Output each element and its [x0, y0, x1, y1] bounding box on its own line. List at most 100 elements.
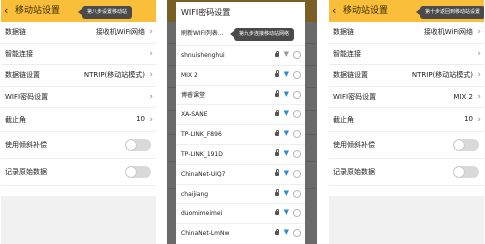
record-raw-data-toggle[interactable]: [125, 166, 151, 178]
wifi-network-item[interactable]: XA-SANE ▼: [176, 104, 305, 124]
wifi-ssid: duomimeimei: [181, 210, 223, 218]
wifi-select-radio[interactable]: [293, 229, 301, 238]
tilt-compensation-toggle[interactable]: [125, 139, 151, 151]
wifi-select-radio[interactable]: [293, 209, 301, 218]
wifi-signal-icon: ▼: [283, 168, 289, 177]
setting-row-data-link[interactable]: 数据链 接收机WiFi网络 ›: [329, 22, 484, 44]
wifi-network-item[interactable]: TP-LINK_191D ▼: [176, 143, 305, 164]
setting-value: 10: [136, 115, 145, 123]
setting-value: NTRIP(移动站模式): [411, 71, 473, 79]
wifi-signal-icon: ▼: [283, 148, 289, 157]
wifi-dialog-screen: WIFI密码设置 刷新WIFI列表... 第九步连接移动站网络 shnuishe…: [167, 0, 317, 244]
wifi-select-radio[interactable]: [293, 70, 301, 79]
setting-row-cutoff-angle[interactable]: 截止角 10 ›: [1, 108, 156, 132]
chevron-right-icon: ›: [477, 27, 481, 37]
wifi-network-item[interactable]: MIX 2 ▼: [176, 64, 305, 85]
toggle-knob: [126, 167, 136, 177]
wifi-signal-icon: ▼: [283, 69, 289, 78]
setting-row-tilt-compensation: 使用倾斜补偿: [329, 132, 484, 159]
lock-icon: [275, 90, 279, 97]
wifi-select-radio[interactable]: [293, 169, 301, 178]
toggle-knob: [126, 140, 136, 150]
wifi-network-item[interactable]: chaijiang ▼: [176, 183, 305, 204]
setting-row-data-link[interactable]: 数据链 接收机WiFi网络 ›: [1, 22, 156, 44]
setting-label: 数据链: [333, 28, 354, 36]
setting-label: 数据链设置: [5, 71, 40, 79]
wifi-select-radio[interactable]: [293, 110, 301, 119]
wifi-signal-icon: ▼: [283, 188, 289, 197]
wifi-network-item[interactable]: 博睿课堂 ▼: [176, 84, 305, 105]
wifi-ssid: 博睿课堂: [181, 91, 206, 99]
wifi-signal-icon: ▼: [283, 89, 289, 98]
lock-icon: [275, 228, 279, 236]
chevron-right-icon: ›: [477, 48, 481, 59]
wifi-select-radio[interactable]: [293, 130, 301, 139]
setting-label: 使用倾斜补偿: [333, 141, 375, 149]
wifi-network-item[interactable]: duomimeimei ▼: [176, 203, 305, 223]
lock-icon: [275, 70, 279, 77]
record-raw-data-toggle[interactable]: [453, 166, 479, 178]
chevron-left-icon[interactable]: ‹: [4, 3, 8, 19]
wifi-network-item[interactable]: ChinaNet-LmNw ▼: [176, 223, 305, 243]
app-header: ‹ 移动站设置 第十步返回到移动站设置: [329, 0, 484, 22]
wifi-ssid: shnuishenghui: [181, 52, 225, 59]
setting-label: 记录原始数据: [5, 168, 47, 176]
wifi-select-radio[interactable]: [293, 189, 301, 198]
setting-row-record-raw-data: 记录原始数据: [1, 159, 156, 186]
wifi-ssid: ChinaNet-LmNw: [181, 230, 230, 238]
wifi-network-item[interactable]: ChinaNet-UiQ7 ▼: [176, 163, 305, 184]
wifi-select-radio[interactable]: [293, 149, 301, 158]
setting-label: WIFI密码设置: [333, 92, 377, 101]
wifi-signal-icon: ▼: [283, 109, 289, 118]
wifi-network-item[interactable]: TP-LINK_F896 ▼: [176, 124, 305, 144]
setting-label: 截止角: [333, 116, 354, 124]
setting-row-record-raw-data: 记录原始数据: [329, 159, 484, 186]
wifi-select-radio[interactable]: [293, 90, 301, 99]
chevron-right-icon: ›: [149, 27, 153, 37]
lock-icon: [275, 50, 279, 57]
setting-row-wifi-password[interactable]: WIFI密码设置 ›: [1, 87, 156, 108]
empty-area: [1, 196, 156, 244]
setting-row-cutoff-angle[interactable]: 截止角 10 ›: [329, 108, 484, 132]
setting-value: 接收机WiFi网络: [95, 28, 145, 36]
chevron-right-icon: ›: [149, 48, 153, 59]
wifi-signal-icon: ▼: [283, 129, 289, 138]
setting-label: 数据链: [5, 28, 26, 36]
setting-label: WIFI密码设置: [5, 92, 49, 101]
wifi-ssid: XA-SANE: [181, 111, 208, 119]
app-header: ‹ 移动站设置 第八步设置移动站: [1, 0, 156, 22]
setting-value: NTRIP(移动站模式): [83, 71, 145, 79]
wifi-network-item[interactable]: shnuishenghui ▼: [176, 45, 305, 65]
wifi-signal-icon: ▼: [283, 208, 289, 217]
toggle-knob: [454, 140, 464, 150]
setting-row-data-link-settings[interactable]: 数据链设置 NTRIP(移动站模式) ›: [329, 65, 484, 87]
setting-value: 10: [464, 115, 473, 123]
lock-icon: [275, 149, 279, 156]
wifi-select-radio[interactable]: [293, 51, 301, 59]
page-title: 移动站设置: [15, 6, 61, 16]
step-tooltip: 第八步设置移动站: [77, 6, 133, 19]
chevron-left-icon[interactable]: ‹: [332, 3, 336, 19]
settings-screen-after: ‹ 移动站设置 第十步返回到移动站设置 数据链 接收机WiFi网络 › 智能连接…: [329, 0, 484, 244]
setting-label: 数据链设置: [333, 71, 368, 79]
lock-icon: [275, 189, 279, 196]
setting-label: 智能连接: [5, 49, 33, 58]
setting-row-tilt-compensation: 使用倾斜补偿: [1, 132, 156, 159]
setting-row-smart-connect[interactable]: 智能连接 ›: [329, 44, 484, 65]
tilt-compensation-toggle[interactable]: [453, 139, 479, 151]
wifi-password-dialog: WIFI密码设置 刷新WIFI列表... 第九步连接移动站网络 shnuishe…: [176, 2, 305, 244]
setting-row-data-link-settings[interactable]: 数据链设置 NTRIP(移动站模式) ›: [1, 65, 156, 87]
lock-icon: [275, 208, 279, 216]
settings-screen-before: ‹ 移动站设置 第八步设置移动站 数据链 接收机WiFi网络 › 智能连接 › …: [1, 0, 156, 244]
step-tooltip: 第十步返回到移动站设置: [415, 6, 484, 19]
page-title: 移动站设置: [343, 6, 389, 16]
settings-list: 数据链 接收机WiFi网络 › 智能连接 › 数据链设置 NTRIP(移动站模式…: [329, 22, 484, 186]
setting-row-wifi-password[interactable]: WIFI密码设置 MIX 2 ›: [329, 87, 484, 108]
settings-list: 数据链 接收机WiFi网络 › 智能连接 › 数据链设置 NTRIP(移动站模式…: [1, 22, 156, 186]
refresh-wifi-list-button[interactable]: 刷新WIFI列表...: [181, 30, 224, 38]
setting-row-smart-connect[interactable]: 智能连接 ›: [1, 44, 156, 65]
dialog-title: WIFI密码设置: [181, 8, 231, 17]
setting-value: MIX 2: [453, 92, 473, 101]
lock-icon: [275, 129, 279, 137]
chevron-right-icon: ›: [149, 115, 153, 125]
